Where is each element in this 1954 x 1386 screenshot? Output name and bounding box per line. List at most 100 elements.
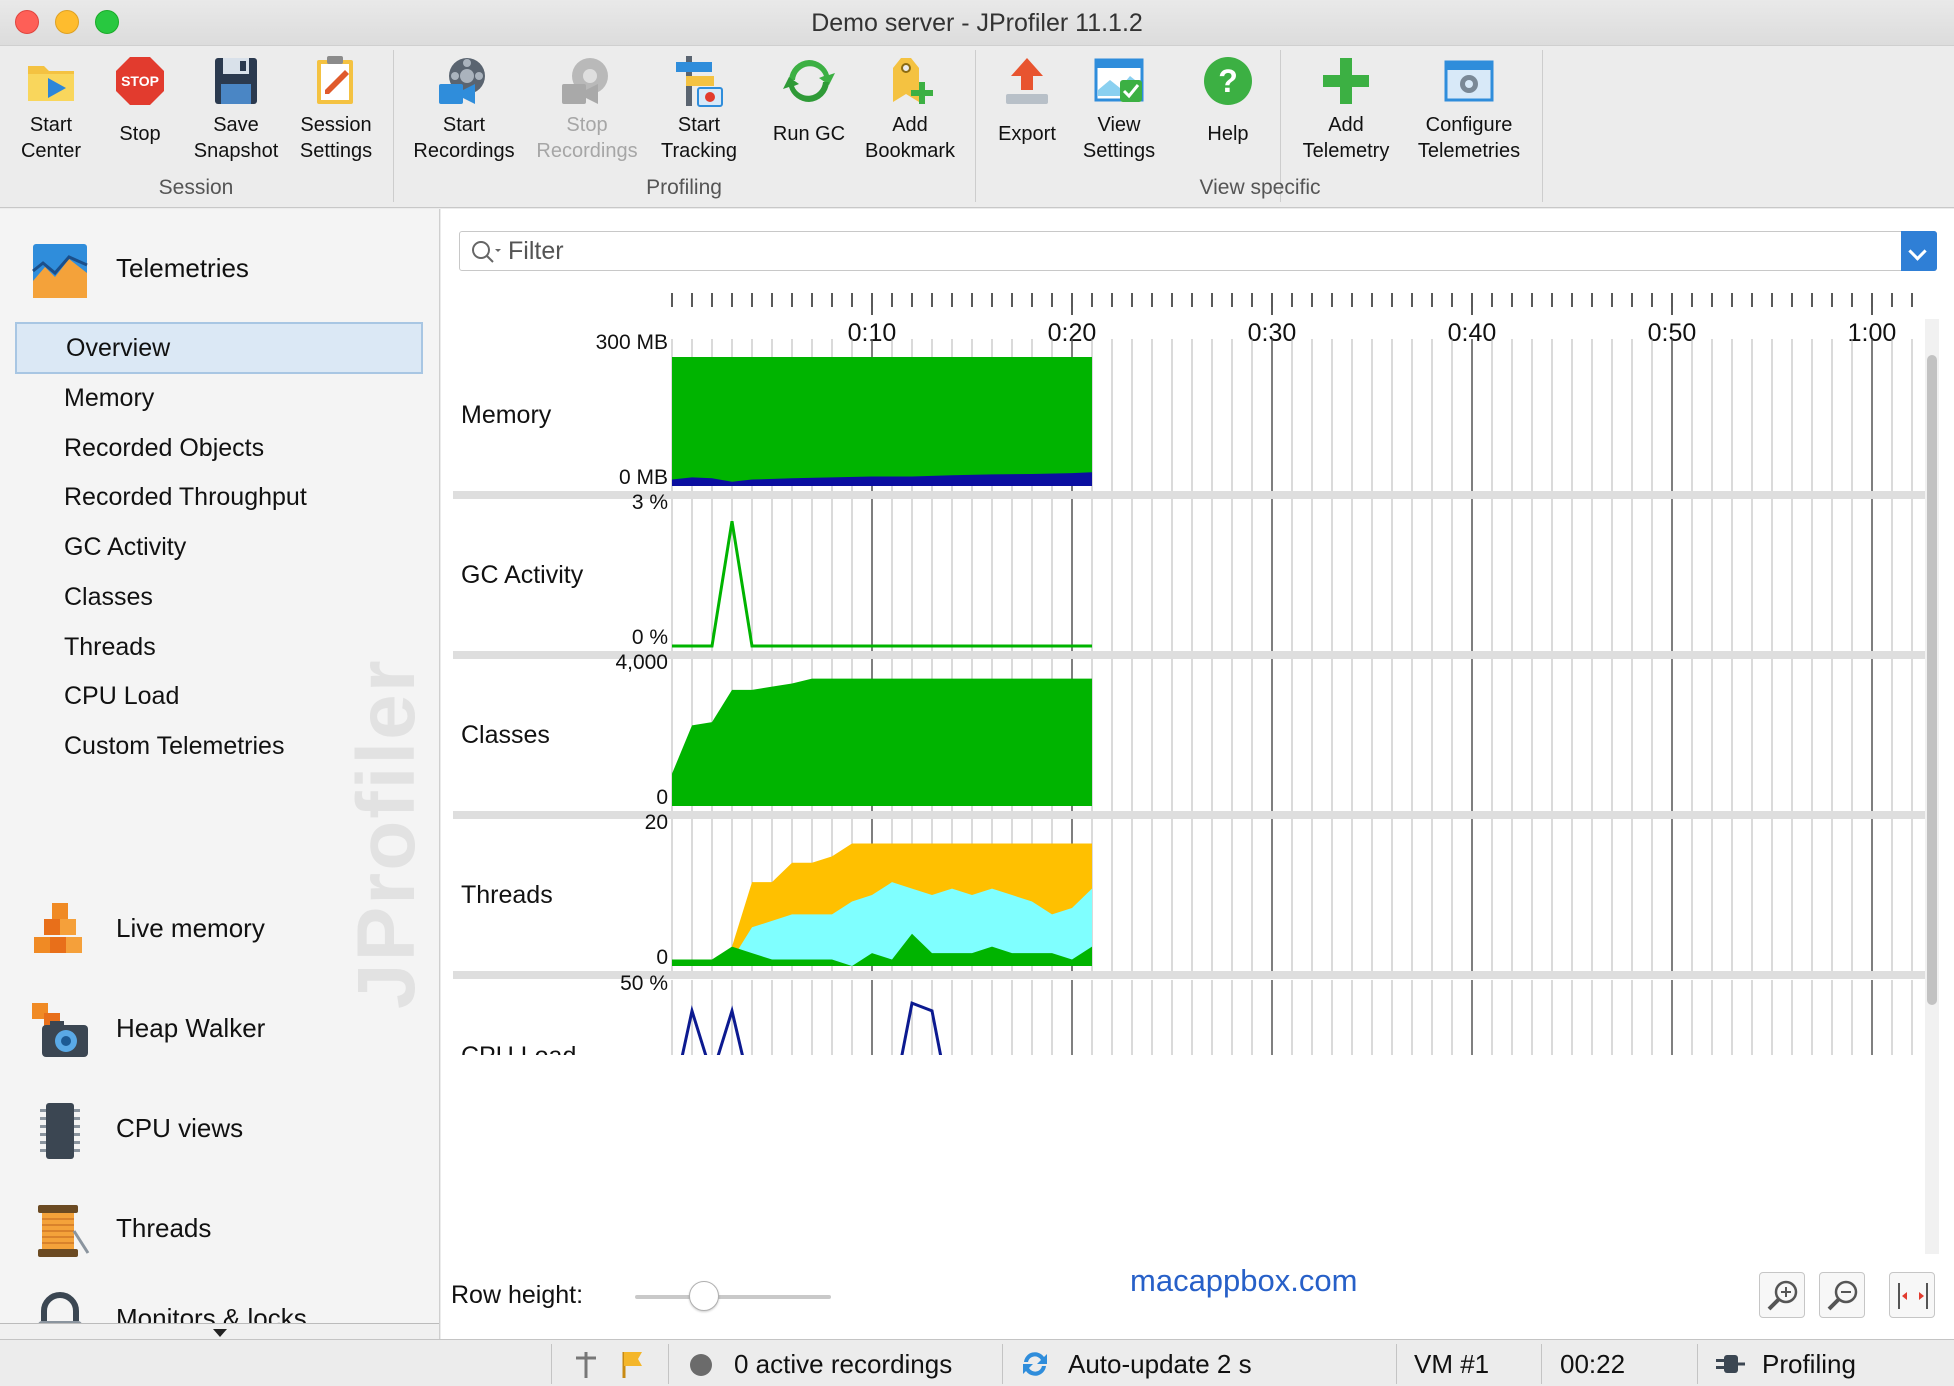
sidebar-item-memory[interactable]: Memory [15, 372, 423, 424]
sidebar-item-recorded-objects[interactable]: Recorded Objects [15, 422, 423, 474]
run-gc-label: Run GC [772, 123, 846, 145]
start-recordings-icon [437, 54, 491, 108]
panel-separator [453, 971, 1925, 979]
save-snapshot-label-1: Save [213, 114, 259, 136]
y-min-label: 0 [656, 946, 668, 969]
sidebar-scroll-more[interactable] [0, 1323, 439, 1339]
stop-icon: STOP [113, 54, 167, 108]
start-recordings-label-1: Start [442, 114, 486, 136]
y-max-label: 50 % [620, 972, 668, 995]
add-bookmark-label-1: Add [892, 114, 928, 136]
sidebar-item-classes[interactable]: Classes [15, 571, 423, 623]
sidebar-item-custom-telemetries[interactable]: Custom Telemetries [15, 720, 423, 772]
fit-to-window-button[interactable] [1889, 1272, 1935, 1318]
y-max-label: 20 [645, 811, 668, 834]
start-tracking-button[interactable]: Start Tracking [654, 54, 744, 164]
elapsed-time-status: 00:22 [1560, 1349, 1626, 1379]
auto-update-status[interactable]: Auto-update 2 s [1068, 1349, 1252, 1380]
status-separator [1541, 1344, 1542, 1384]
stop-icon-text: STOP [121, 73, 159, 89]
sidebar-section-label: CPU views [116, 1113, 244, 1143]
vm-status: VM #1 [1414, 1349, 1490, 1379]
y-max-label: 300 MB [596, 331, 668, 354]
start-tracking-icon [672, 54, 726, 108]
configure-telemetries-button[interactable]: Configure Telemetries [1410, 54, 1528, 164]
status-separator [668, 1344, 669, 1384]
sidebar-item-recorded-throughput[interactable]: Recorded Throughput [15, 471, 423, 523]
series-line [672, 521, 1092, 648]
help-button[interactable]: ? Help [1190, 54, 1266, 147]
heap-walker-camera-icon [30, 1001, 90, 1061]
bookmark-flag-icon[interactable] [616, 1348, 648, 1380]
start-center-icon [24, 54, 78, 108]
configure-telemetries-label-2: Telemetries [1417, 140, 1521, 162]
y-max-label: 4,000 [615, 651, 668, 674]
view-settings-button[interactable]: View Settings [1078, 54, 1160, 164]
filter-input[interactable] [508, 236, 1828, 266]
sidebar-section-live-memory[interactable]: Live memory [0, 889, 439, 969]
y-min-label: 0 MB [619, 466, 668, 489]
status-bar: 0 active recordings Auto-update 2 s VM #… [0, 1339, 1954, 1386]
add-bookmark-button[interactable]: Add Bookmark [860, 54, 960, 164]
session-settings-icon [309, 54, 363, 108]
stop-recordings-icon [560, 54, 614, 108]
configure-telemetries-icon [1442, 54, 1496, 108]
pin-icon[interactable] [570, 1348, 602, 1380]
auto-update-icon[interactable] [1018, 1348, 1052, 1380]
add-plus-icon [1319, 54, 1373, 108]
active-recordings-status: 0 active recordings [734, 1349, 953, 1379]
help-label: Help [1207, 123, 1249, 145]
stop-label: Stop [119, 123, 161, 145]
sidebar-section-heap-walker[interactable]: Heap Walker [0, 989, 439, 1069]
add-telemetry-label-1: Add [1328, 114, 1364, 136]
sidebar-item-cpu-load[interactable]: CPU Load [15, 670, 423, 722]
session-group-label: Session [158, 176, 234, 199]
fit-width-icon [1898, 1283, 1928, 1309]
session-settings-label-1: Session [300, 114, 372, 136]
sidebar-section-threads[interactable]: Threads [0, 1189, 439, 1269]
run-gc-button[interactable]: Run GC [766, 54, 852, 147]
row-height-slider-thumb[interactable] [688, 1281, 719, 1311]
session-settings-button[interactable]: Session Settings [294, 54, 378, 164]
export-button[interactable]: Export [990, 54, 1064, 147]
toolbar: Start Center STOP Stop Save Snapshot Ses… [0, 46, 1954, 208]
configure-telemetries-label-1: Configure [1425, 114, 1513, 136]
sidebar-item-gc-activity[interactable]: GC Activity [15, 521, 423, 573]
view-settings-icon [1092, 54, 1146, 108]
title-bar: Demo server - JProfiler 11.1.2 [0, 0, 1954, 46]
panel-name-label: Classes [461, 721, 550, 749]
zoom-out-icon [1827, 1280, 1858, 1311]
floppy-disk-icon [209, 54, 263, 108]
zoom-in-button[interactable] [1759, 1272, 1805, 1318]
zoom-out-button[interactable] [1819, 1272, 1865, 1318]
zoom-in-icon [1767, 1280, 1798, 1311]
stop-recordings-button[interactable]: Stop Recordings [530, 54, 644, 164]
stop-button[interactable]: STOP Stop [108, 54, 172, 147]
sidebar-section-cpu-views[interactable]: CPU views [0, 1089, 439, 1169]
panel-name-label: GC Activity [461, 561, 584, 589]
sidebar-item-overview[interactable]: Overview [15, 322, 423, 374]
status-separator [1396, 1344, 1397, 1384]
start-center-label-1: Start [29, 114, 73, 136]
add-bookmark-label-2: Bookmark [864, 140, 956, 162]
y-max-label: 3 % [632, 491, 668, 514]
sidebar-item-threads[interactable]: Threads [15, 621, 423, 673]
filter-dropdown-button[interactable] [1901, 231, 1937, 271]
view-specific-group-label: View specific [1199, 176, 1321, 199]
start-center-button[interactable]: Start Center [10, 54, 92, 164]
row-height-label: Row height: [451, 1281, 584, 1309]
start-center-label-2: Center [20, 140, 82, 162]
scroll-down-arrow-icon [213, 1329, 227, 1337]
row-height-slider-track[interactable] [635, 1295, 831, 1299]
add-telemetry-button[interactable]: Add Telemetry [1294, 54, 1398, 164]
sidebar-section-label: Threads [116, 1213, 212, 1243]
start-recordings-button[interactable]: Start Recordings [408, 54, 520, 164]
sidebar-section-label: Live memory [116, 913, 265, 943]
telemetry-charts: 0:10 0:20 0:30 0:40 0:50 1:00Memory300 MB0 MB… [441, 293, 1939, 1254]
start-recordings-label-2: Recordings [413, 140, 515, 162]
save-snapshot-button[interactable]: Save Snapshot [188, 54, 284, 164]
profiling-mode-status: Profiling [1762, 1349, 1856, 1379]
status-separator [1002, 1344, 1003, 1384]
sidebar-section-telemetries[interactable]: Telemetries [0, 229, 439, 309]
start-tracking-label-2: Tracking [661, 140, 737, 162]
